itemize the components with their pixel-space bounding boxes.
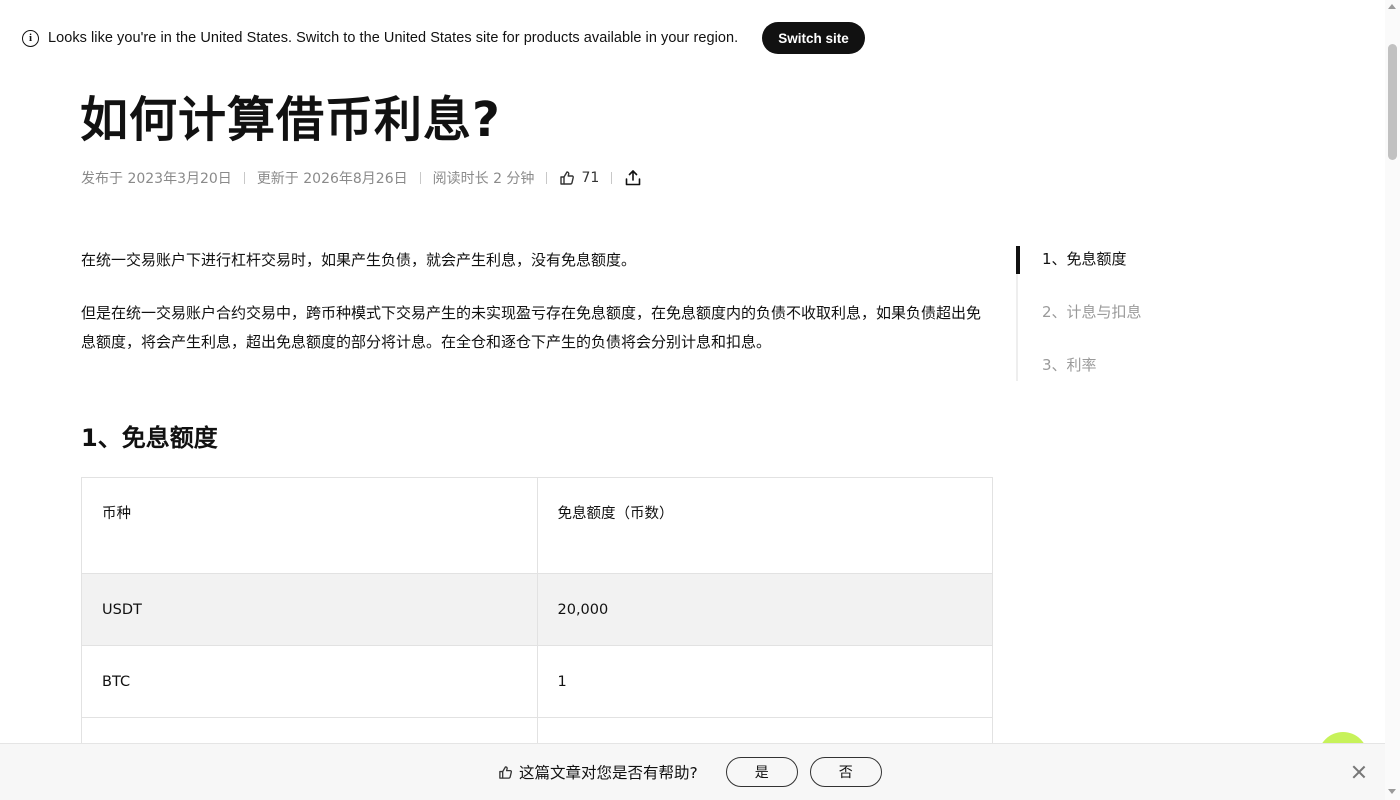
updated-date: 更新于 2026年8月26日	[256, 171, 408, 187]
switch-site-button[interactable]: Switch site	[762, 22, 865, 54]
interest-free-table: 币种 免息额度（币数） USDT 20,000 BTC 1	[81, 477, 993, 758]
feedback-question: 这篇文章对您是否有帮助?	[519, 764, 698, 782]
table-header-cell: 免息额度（币数）	[536, 477, 993, 574]
scroll-down-arrow-icon[interactable]	[1388, 789, 1396, 794]
feedback-bar: 这篇文章对您是否有帮助? 是 否	[0, 743, 1400, 800]
share-button[interactable]	[624, 169, 642, 187]
table-header-cell: 币种	[81, 477, 538, 574]
article-body: 在统一交易账户下进行杠杆交易时，如果产生负债，就会产生利息，没有免息额度。 但是…	[81, 246, 993, 357]
feedback-no-button[interactable]: 否	[809, 757, 882, 787]
table-cell: 20,000	[536, 573, 993, 646]
table-cell: BTC	[81, 645, 538, 718]
table-of-contents: 1、免息额度 2、计息与扣息 3、利率	[1016, 246, 1216, 381]
feedback-yes-button[interactable]: 是	[725, 757, 798, 787]
info-icon: i	[22, 29, 39, 47]
feedback-prompt: 这篇文章对您是否有帮助? 是 否	[498, 757, 882, 787]
meta-divider	[611, 172, 613, 184]
article-meta: 发布于 2023年3月20日 更新于 2026年8月26日 阅读时长 2 分钟 …	[81, 166, 642, 190]
toc-item-rate[interactable]: 3、利率	[1042, 354, 1097, 375]
like-count: 71	[581, 170, 600, 186]
scrollbar-thumb[interactable]	[1388, 44, 1397, 160]
meta-divider	[546, 172, 548, 184]
page-title: 如何计算借币利息?	[80, 92, 501, 148]
scroll-up-arrow-icon[interactable]	[1388, 4, 1396, 9]
toc-item-accrual[interactable]: 2、计息与扣息	[1042, 301, 1142, 322]
table-cell: USDT	[81, 573, 538, 646]
meta-divider	[419, 172, 421, 184]
table-header-row: 币种 免息额度（币数）	[81, 477, 993, 574]
published-date: 发布于 2023年3月20日	[81, 171, 232, 187]
toc-item-interest-free[interactable]: 1、免息额度	[1042, 248, 1127, 269]
close-icon[interactable]	[1351, 764, 1367, 780]
read-time: 阅读时长 2 分钟	[432, 171, 535, 187]
toc-active-indicator	[1016, 246, 1020, 274]
region-banner-text: Looks like you're in the United States. …	[48, 30, 739, 46]
article-paragraph: 但是在统一交易账户合约交易中，跨币种模式下交易产生的未实现盈亏存在免息额度，在免…	[81, 304, 982, 351]
table-row: BTC 1	[81, 645, 993, 718]
thumbs-up-icon	[499, 765, 513, 779]
page-scrollbar[interactable]	[1385, 0, 1400, 743]
meta-divider	[243, 172, 245, 184]
scrollbar-track-bottom	[1385, 743, 1400, 800]
table-row: USDT 20,000	[81, 573, 993, 646]
section-heading: 1、免息额度	[81, 424, 218, 452]
share-icon	[625, 170, 641, 186]
thumbs-up-icon	[560, 171, 575, 185]
table-cell: 1	[536, 645, 993, 718]
article-paragraph: 在统一交易账户下进行杠杆交易时，如果产生负债，就会产生利息，没有免息额度。	[81, 251, 637, 269]
region-banner: i Looks like you're in the United States…	[22, 22, 865, 54]
like-button[interactable]: 71	[559, 170, 599, 186]
